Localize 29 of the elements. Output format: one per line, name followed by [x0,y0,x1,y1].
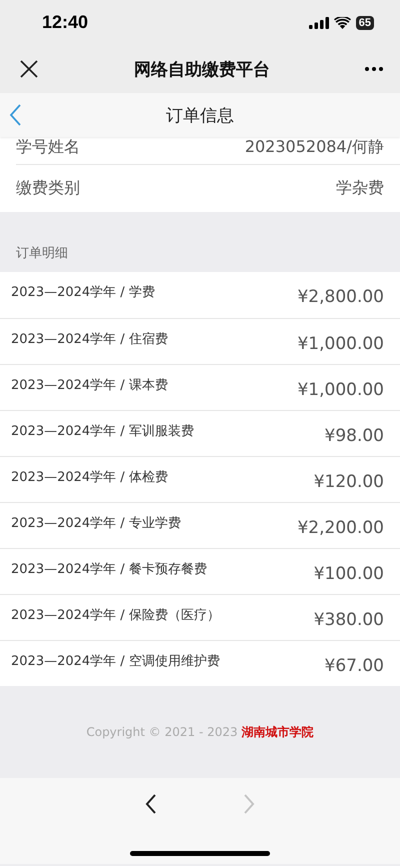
field-label: 学号姓名 [16,137,80,158]
fee-name: 2023—2024学年 / 专业学费 [11,514,181,532]
status-time: 12:40 [42,12,88,33]
fee-amount: ¥100.00 [314,564,384,584]
fee-name: 2023—2024学年 / 保险费（医疗） [11,606,220,624]
section-title: 订单信息 [166,104,234,126]
fee-name: 2023—2024学年 / 军训服装费 [11,422,194,440]
fee-name: 2023—2024学年 / 空调使用维护费 [11,652,220,670]
field-value: 学杂费 [336,178,384,199]
fee-amount: ¥2,200.00 [297,518,384,538]
copyright-text: Copyright © 2021 - 2023 [86,725,238,739]
fee-name: 2023—2024学年 / 体检费 [11,468,168,486]
battery-level: 65 [356,16,374,30]
fee-amount: ¥67.00 [324,656,384,676]
field-label: 缴费类别 [16,178,80,199]
fee-name: 2023—2024学年 / 餐卡预存餐费 [11,560,207,578]
fee-name: 2023—2024学年 / 学费 [11,284,155,301]
school-link[interactable]: 湖南城市学院 [242,724,314,740]
fee-amount: ¥380.00 [314,610,384,630]
fee-name: 2023—2024学年 / 住宿费 [11,330,168,348]
page-title: 网络自助缴费平台 [134,58,270,80]
fee-name: 2023—2024学年 / 课本费 [11,376,168,394]
fee-amount: ¥98.00 [324,426,384,446]
fee-amount: ¥2,800.00 [297,287,384,307]
fee-amount: ¥1,000.00 [297,380,384,400]
fee-amount: ¥120.00 [314,472,384,492]
fee-amount: ¥1,000.00 [297,334,384,354]
field-value: 2023052084/何静 [244,137,384,158]
list-heading: 订单明细 [16,245,68,262]
